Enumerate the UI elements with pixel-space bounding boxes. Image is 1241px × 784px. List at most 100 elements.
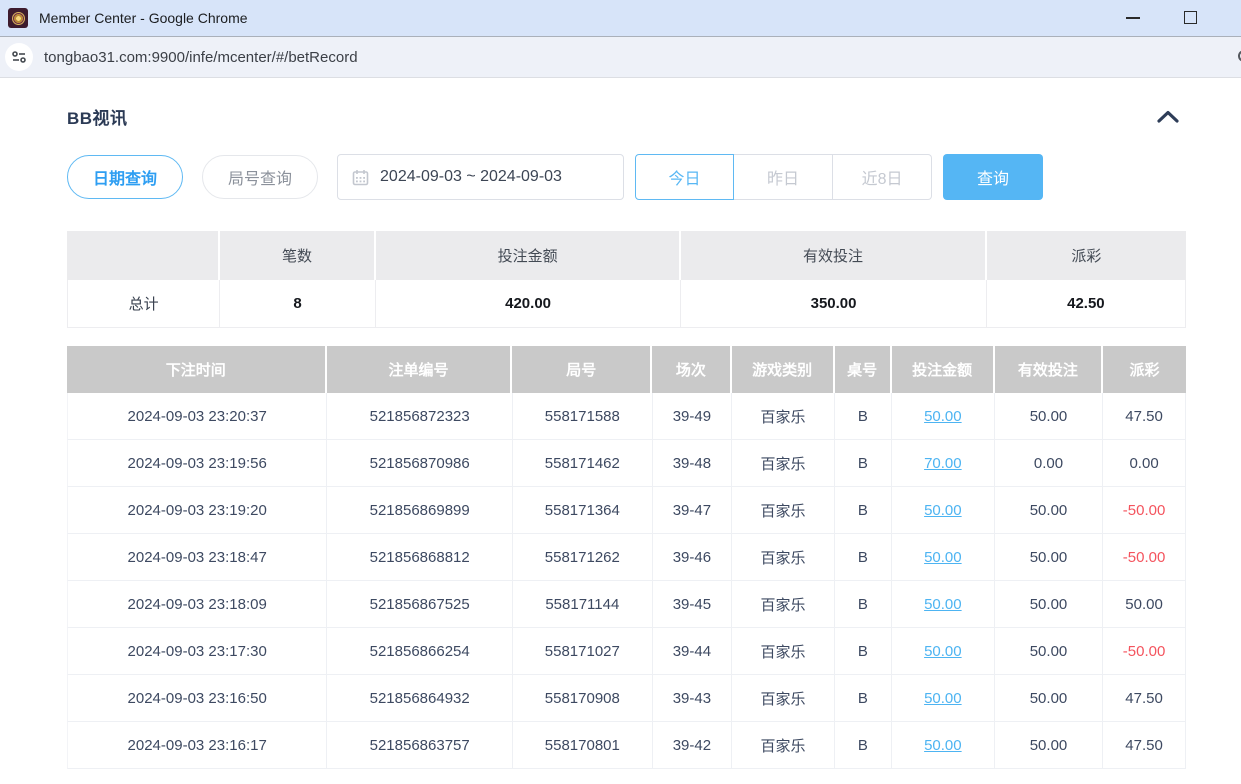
bet-amount-link[interactable]: 70.00	[924, 455, 962, 472]
game-type-cell: 百家乐	[732, 487, 835, 533]
bet-amount-cell: 50.00	[892, 581, 995, 627]
bet-amount-cell: 50.00	[892, 487, 995, 533]
bet-time-cell: 2024-09-03 23:18:09	[68, 581, 327, 627]
table-row: 2024-09-03 23:18:47521856868812558171262…	[67, 534, 1186, 581]
table-no-cell: B	[835, 440, 892, 486]
summary-total-count: 8	[220, 280, 376, 328]
summary-header-payout: 派彩	[987, 231, 1186, 280]
bet-amount-link[interactable]: 50.00	[924, 690, 962, 707]
address-bar[interactable]: tongbao31.com:9900/infe/mcenter/#/betRec…	[0, 36, 1241, 78]
bet-id-cell: 521856872323	[327, 393, 513, 439]
bet-id-cell: 521856870986	[327, 440, 513, 486]
bet-id-cell: 521856868812	[327, 534, 513, 580]
summary-header-bet-amount: 投注金额	[376, 231, 681, 280]
header-payout: 派彩	[1103, 346, 1186, 393]
records-table-body: 2024-09-03 23:20:37521856872323558171588…	[67, 393, 1186, 769]
summary-total-payout: 42.50	[987, 280, 1186, 328]
round-query-tab[interactable]: 局号查询	[202, 155, 318, 199]
session-cell: 39-49	[653, 393, 732, 439]
bet-time-cell: 2024-09-03 23:19:56	[68, 440, 327, 486]
header-bet-time: 下注时间	[67, 346, 327, 393]
game-type-cell: 百家乐	[732, 675, 835, 721]
bet-record-page: BB视讯 日期查询 局号查询 2024-09-03 ~	[0, 78, 1241, 769]
round-id-cell: 558171588	[513, 393, 653, 439]
url-text[interactable]: tongbao31.com:9900/infe/mcenter/#/betRec…	[44, 49, 358, 66]
last-8-days-button[interactable]: 近8日	[833, 154, 932, 200]
game-type-cell: 百家乐	[732, 628, 835, 674]
valid-bet-cell: 0.00	[995, 440, 1103, 486]
valid-bet-cell: 50.00	[995, 581, 1103, 627]
minimize-button[interactable]	[1126, 17, 1140, 19]
summary-table: 笔数 投注金额 有效投注 派彩 总计 8 420.00 350.00 42.50	[67, 231, 1186, 328]
valid-bet-cell: 50.00	[995, 393, 1103, 439]
bet-amount-cell: 50.00	[892, 675, 995, 721]
bet-id-cell: 521856863757	[327, 722, 513, 768]
bet-amount-link[interactable]: 50.00	[924, 502, 962, 519]
table-row: 2024-09-03 23:19:20521856869899558171364…	[67, 487, 1186, 534]
header-round-id: 局号	[512, 346, 652, 393]
bet-amount-link[interactable]: 50.00	[924, 737, 962, 754]
round-id-cell: 558171262	[513, 534, 653, 580]
bet-id-cell: 521856864932	[327, 675, 513, 721]
payout-cell: -50.00	[1103, 487, 1186, 533]
bet-time-cell: 2024-09-03 23:16:50	[68, 675, 327, 721]
game-type-cell: 百家乐	[732, 440, 835, 486]
today-button[interactable]: 今日	[635, 154, 734, 200]
summary-header-count: 笔数	[220, 231, 376, 280]
table-row: 2024-09-03 23:20:37521856872323558171588…	[67, 393, 1186, 440]
records-table: 下注时间 注单编号 局号 场次 游戏类别 桌号 投注金额 有效投注 派彩 202…	[67, 346, 1186, 769]
summary-total-valid-bet: 350.00	[681, 280, 986, 328]
bet-amount-cell: 50.00	[892, 534, 995, 580]
header-bet-id: 注单编号	[327, 346, 513, 393]
maximize-button[interactable]	[1184, 11, 1197, 24]
header-bet-amount: 投注金额	[892, 346, 995, 393]
bet-amount-link[interactable]: 50.00	[924, 643, 962, 660]
table-row: 2024-09-03 23:16:50521856864932558170908…	[67, 675, 1186, 722]
round-id-cell: 558171027	[513, 628, 653, 674]
session-cell: 39-43	[653, 675, 732, 721]
session-cell: 39-48	[653, 440, 732, 486]
search-button[interactable]: 查询	[943, 154, 1043, 200]
summary-total-bet-amount: 420.00	[376, 280, 681, 328]
session-cell: 39-45	[653, 581, 732, 627]
date-query-tab[interactable]: 日期查询	[67, 155, 183, 199]
summary-total-label: 总计	[67, 280, 220, 328]
date-range-picker[interactable]: 2024-09-03 ~ 2024-09-03	[337, 154, 624, 200]
session-cell: 39-44	[653, 628, 732, 674]
filter-toolbar: 日期查询 局号查询 2024-09-03 ~ 2024-09-03 今日 昨日 …	[67, 154, 1186, 200]
header-table-no: 桌号	[835, 346, 892, 393]
bet-id-cell: 521856867525	[327, 581, 513, 627]
collapse-panel-button[interactable]	[1157, 110, 1179, 123]
session-cell: 39-47	[653, 487, 732, 533]
session-cell: 39-46	[653, 534, 732, 580]
table-row: 2024-09-03 23:19:56521856870986558171462…	[67, 440, 1186, 487]
payout-cell: 47.50	[1103, 675, 1186, 721]
round-id-cell: 558171144	[513, 581, 653, 627]
bet-amount-cell: 70.00	[892, 440, 995, 486]
game-type-cell: 百家乐	[732, 393, 835, 439]
bet-amount-cell: 50.00	[892, 628, 995, 674]
valid-bet-cell: 50.00	[995, 675, 1103, 721]
table-no-cell: B	[835, 722, 892, 768]
bet-amount-link[interactable]: 50.00	[924, 408, 962, 425]
game-type-cell: 百家乐	[732, 722, 835, 768]
chevron-up-icon	[1157, 110, 1179, 123]
table-row: 2024-09-03 23:18:09521856867525558171144…	[67, 581, 1186, 628]
bet-amount-link[interactable]: 50.00	[924, 549, 962, 566]
round-id-cell: 558170801	[513, 722, 653, 768]
bet-time-cell: 2024-09-03 23:18:47	[68, 534, 327, 580]
bet-amount-link[interactable]: 50.00	[924, 596, 962, 613]
quick-range-group: 今日 昨日 近8日	[635, 154, 932, 200]
header-session: 场次	[652, 346, 731, 393]
summary-header-valid-bet: 有效投注	[681, 231, 986, 280]
window-titlebar: Member Center - Google Chrome	[0, 0, 1241, 36]
yesterday-button[interactable]: 昨日	[734, 154, 833, 200]
table-no-cell: B	[835, 534, 892, 580]
summary-header-blank	[67, 231, 220, 280]
session-cell: 39-42	[653, 722, 732, 768]
records-table-header: 下注时间 注单编号 局号 场次 游戏类别 桌号 投注金额 有效投注 派彩	[67, 346, 1186, 393]
table-no-cell: B	[835, 393, 892, 439]
site-settings-icon[interactable]	[5, 43, 33, 71]
bet-time-cell: 2024-09-03 23:20:37	[68, 393, 327, 439]
table-row: 2024-09-03 23:17:30521856866254558171027…	[67, 628, 1186, 675]
